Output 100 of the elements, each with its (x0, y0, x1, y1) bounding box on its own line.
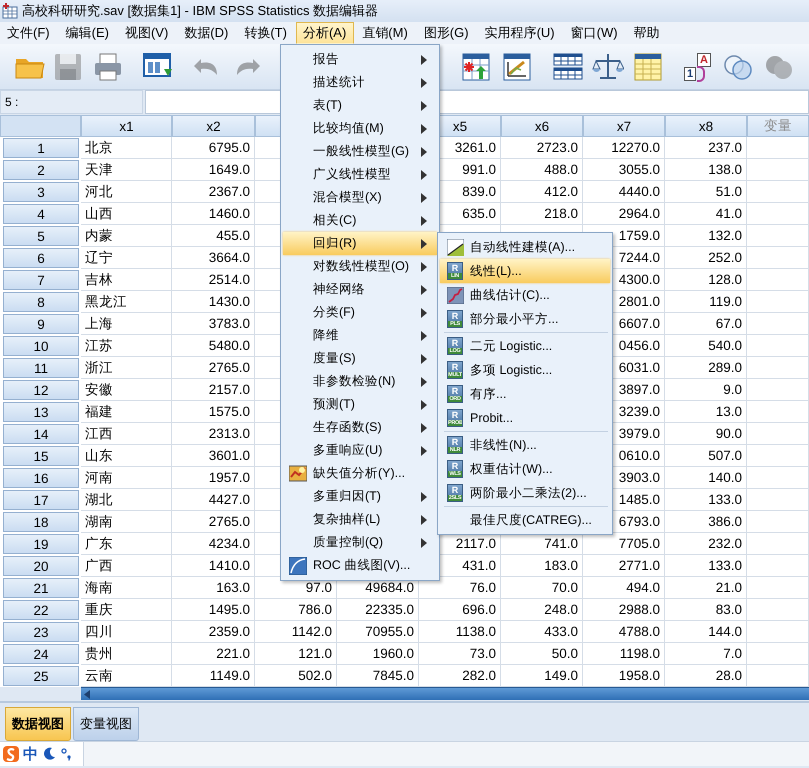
moon-icon[interactable] (42, 747, 56, 761)
table-cell: 1460.0 (172, 203, 255, 225)
table-asterisk-icon[interactable] (460, 50, 492, 82)
table-cell: 内蒙 (81, 225, 172, 247)
column-header[interactable]: x1 (81, 115, 172, 137)
row-header[interactable]: 14 (3, 424, 79, 444)
table-cell: 696.0 (419, 599, 501, 621)
menu-item[interactable]: 分析(A) (296, 22, 354, 44)
menu-item[interactable]: 表(T) (283, 94, 437, 117)
menu-item[interactable]: 数据(D) (177, 22, 236, 44)
row-header[interactable]: 25 (3, 666, 79, 686)
menu-item[interactable]: 转换(T) (237, 22, 295, 44)
row-header[interactable]: 5 (3, 226, 79, 246)
menu-item[interactable]: 非参数检验(N) (283, 370, 437, 393)
row-header[interactable]: 22 (3, 600, 79, 620)
menu-item[interactable]: 视图(V) (118, 22, 176, 44)
menu-item[interactable]: 多重归因(T) (283, 485, 437, 508)
menu-item[interactable]: 缺失值分析(Y)... (283, 462, 437, 485)
menu-item[interactable]: 降维 (283, 324, 437, 347)
submenu-arrow-icon (421, 146, 427, 156)
table-cell: 江苏 (81, 335, 172, 357)
row-header[interactable]: 9 (3, 314, 79, 334)
menu-item[interactable]: 度量(S) (283, 347, 437, 370)
row-header[interactable]: 1 (3, 138, 79, 158)
printer-icon[interactable] (92, 50, 124, 82)
table-cell (747, 423, 809, 445)
punctuation-icon[interactable] (60, 747, 72, 761)
table-cell (747, 203, 809, 225)
menu-item[interactable]: 直销(M) (355, 22, 416, 44)
menu-item[interactable]: 帮助 (626, 22, 668, 44)
menu-item[interactable]: 分类(F) (283, 301, 437, 324)
table-cell: 1198.0 (583, 643, 665, 665)
row-header[interactable]: 6 (3, 248, 79, 268)
row-header[interactable]: 23 (3, 622, 79, 642)
ime-mode[interactable]: 中 (23, 744, 38, 764)
menu-item[interactable]: 编辑(E) (58, 22, 117, 44)
table-cell: 133.0 (665, 555, 747, 577)
table-cell: 119.0 (665, 291, 747, 313)
row-header[interactable]: 4 (3, 204, 79, 224)
table-cell (747, 335, 809, 357)
menu-item[interactable]: 回归(R) (283, 232, 437, 255)
ime-logo-icon[interactable] (3, 746, 19, 762)
row-header[interactable]: 10 (3, 336, 79, 356)
analyze-menu[interactable]: 报告 描述统计 表(T) 比较均值(M) 一般线性模型(G) 广义线性模型 混合模型(X) 相关(C) 回归(R) 对数线性模型(O) 神经网络 分类(F) 降维 度量(S) 非参数检验(N) 预测(T) 生存函数(S) 多重响应(U) 缺失值分析(Y)... 多重归因(T) 复杂抽样(L) 质量控制(Q) ROC 曲线图(V)... (280, 44, 440, 581)
table-cell: 507.0 (665, 445, 747, 467)
app-icon (2, 3, 18, 19)
table-cell: 黑龙江 (81, 291, 172, 313)
column-header[interactable]: x7 (583, 115, 665, 137)
table-cell: 2157.0 (172, 379, 255, 401)
column-header[interactable]: x6 (501, 115, 583, 137)
row-header[interactable]: 13 (3, 402, 79, 422)
table-cell: 2359.0 (172, 621, 255, 643)
submenu-arrow-icon (421, 376, 427, 386)
menu-item[interactable]: 报告 (283, 48, 437, 71)
split-table-icon[interactable] (552, 50, 584, 82)
menu-item[interactable]: 复杂抽样(L) (283, 508, 437, 531)
row-header[interactable]: 16 (3, 468, 79, 488)
table-cell: 安徽 (81, 379, 172, 401)
column-header[interactable]: x8 (665, 115, 747, 137)
menu-item[interactable]: 文件(F) (0, 22, 58, 44)
submenu-arrow-icon (421, 308, 427, 318)
column-header[interactable]: x2 (172, 115, 255, 137)
row-header[interactable]: 18 (3, 512, 79, 532)
menu-item[interactable]: 描述统计 (283, 71, 437, 94)
table-cell: 天津 (81, 159, 172, 181)
row-header[interactable]: 15 (3, 446, 79, 466)
menu-item[interactable]: 生存函数(S) (283, 416, 437, 439)
menu-item[interactable]: 实用程序(U) (478, 22, 563, 44)
submenu-arrow-icon (421, 54, 427, 64)
view-tab[interactable]: 变量视图 (73, 707, 139, 741)
chart-icon[interactable] (501, 50, 533, 82)
row-header[interactable]: 21 (3, 578, 79, 598)
menu-item[interactable]: 多重响应(U) (283, 439, 437, 462)
submenu-arrow-icon (421, 492, 427, 502)
table-cell: 22335.0 (337, 599, 419, 621)
table-cell: 7.0 (665, 643, 747, 665)
table-cell: 248.0 (501, 599, 583, 621)
row-header[interactable]: 24 (3, 644, 79, 664)
table-cell (747, 621, 809, 643)
submenu-arrow-icon (421, 124, 427, 134)
row-header[interactable]: 11 (3, 358, 79, 378)
row-header[interactable]: 2 (3, 160, 79, 180)
row-header[interactable]: 7 (3, 270, 79, 290)
menu-item[interactable]: 图形(G) (416, 22, 477, 44)
menu-item[interactable]: 窗口(W) (564, 22, 626, 44)
row-header[interactable]: 17 (3, 490, 79, 510)
menu-item[interactable]: 对数线性模型(O) (283, 255, 437, 278)
row-header[interactable]: 19 (3, 534, 79, 554)
row-header[interactable]: 12 (3, 380, 79, 400)
menu-item[interactable]: 神经网络 (283, 278, 437, 301)
table-cell: 3601.0 (172, 445, 255, 467)
submenu-arrow-icon (421, 262, 427, 272)
table-icon[interactable] (632, 50, 664, 82)
row-header[interactable]: 8 (3, 292, 79, 312)
table-cell: 70.0 (501, 577, 583, 599)
row-header[interactable]: 3 (3, 182, 79, 202)
menu-item[interactable]: 预测(T) (283, 393, 437, 416)
row-header[interactable]: 20 (3, 556, 79, 576)
view-tab[interactable]: 数据视图 (5, 707, 71, 741)
horizontal-scrollbar[interactable] (81, 687, 809, 700)
